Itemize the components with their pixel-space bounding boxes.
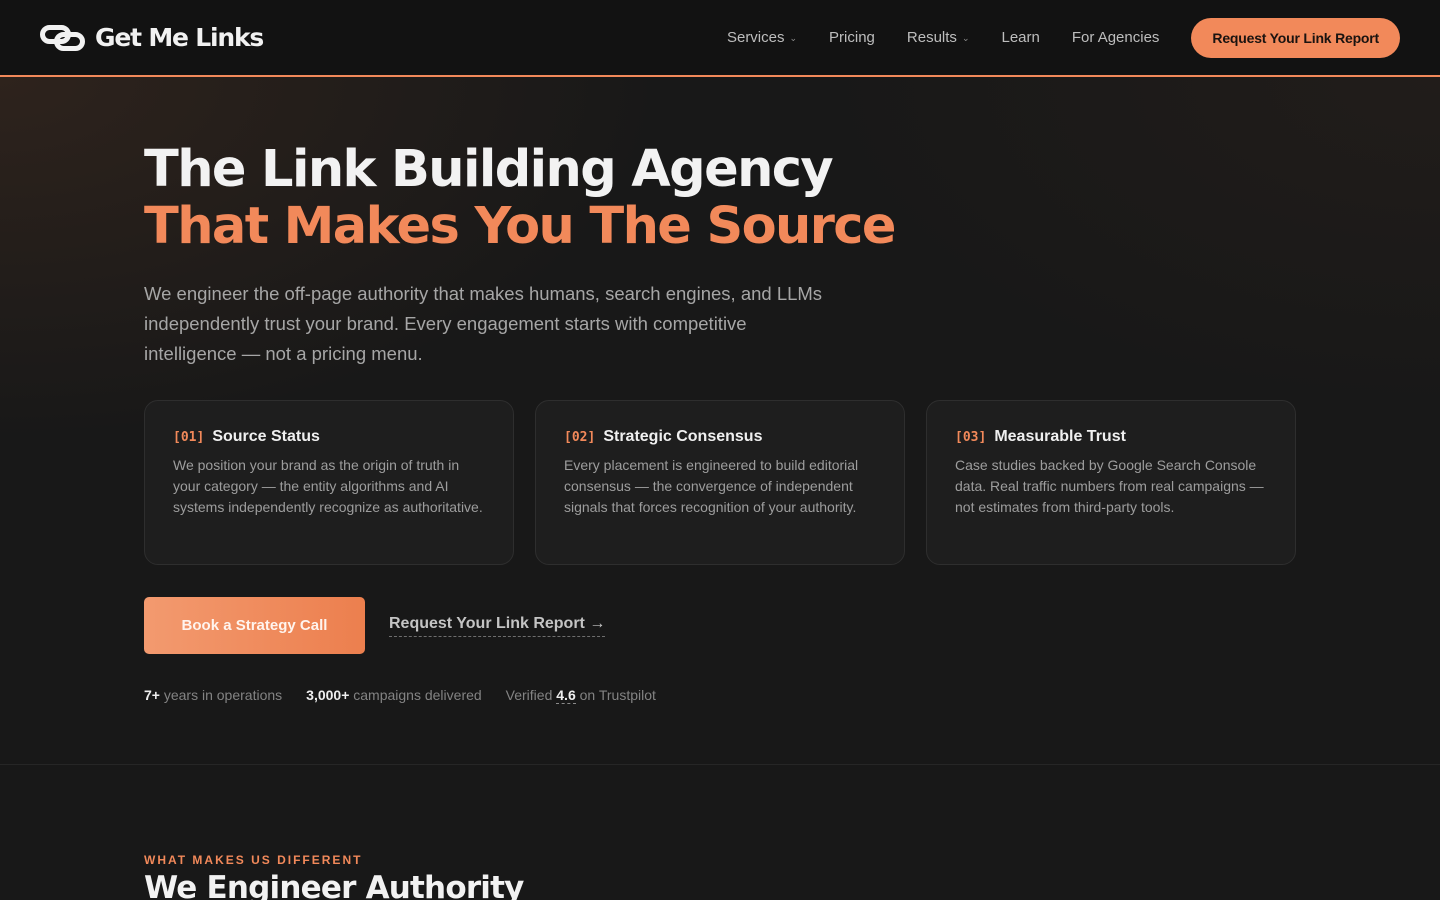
card-text: We position your brand as the origin of … xyxy=(173,457,483,515)
book-strategy-call-button[interactable]: Book a Strategy Call xyxy=(144,597,365,654)
nav-item-label: Services xyxy=(726,29,785,46)
feature-card-strategic-consensus: [02] Strategic Consensus Every placement… xyxy=(535,400,905,565)
card-number: [03] xyxy=(955,430,987,445)
card-text: Every placement is engineered to build e… xyxy=(564,457,859,515)
request-link-report-link[interactable]: Request Your Link Report → xyxy=(389,615,606,637)
chevron-down-icon: ⌄ xyxy=(961,32,970,43)
stat-rating-suffix: on Trustpilot xyxy=(579,687,656,703)
card-title: Measurable Trust xyxy=(994,428,1126,445)
nav-item-label: Learn xyxy=(1001,29,1040,46)
hero-stats: 7+ years in operations 3,000+ campaigns … xyxy=(144,687,656,704)
stat-trustpilot: Verified 4.6 on Trustpilot xyxy=(505,687,656,704)
nav-item-services[interactable]: Services ⌄ xyxy=(727,29,797,46)
nav-item-label: Pricing xyxy=(829,29,875,46)
chevron-down-icon: ⌄ xyxy=(789,32,798,43)
card-text: Case studies backed by Google Search Con… xyxy=(955,457,1264,515)
card-title: Source Status xyxy=(212,428,320,445)
differentiators-section: WHAT MAKES US DIFFERENT We Engineer Auth… xyxy=(0,766,1440,900)
card-number: [01] xyxy=(173,430,205,445)
chain-link-icon xyxy=(40,24,85,52)
hero-title-line1: The Link Building Agency xyxy=(144,140,834,199)
hero-cta-row: Book a Strategy Call Request Your Link R… xyxy=(144,597,606,654)
stat-rating-prefix: Verified xyxy=(505,687,553,703)
request-link-report-button[interactable]: Request Your Link Report xyxy=(1191,17,1400,58)
trustpilot-rating-link[interactable]: 4.6 xyxy=(556,687,576,704)
stat-years: 7+ years in operations xyxy=(144,687,282,703)
brand-name: Get Me Links xyxy=(95,23,264,52)
card-number: [02] xyxy=(564,430,596,445)
nav-item-label: For Agencies xyxy=(1071,29,1160,46)
nav-item-for-agencies[interactable]: For Agencies xyxy=(1072,29,1160,46)
brand-logo[interactable]: Get Me Links xyxy=(40,23,264,52)
stat-campaigns-value: 3,000+ xyxy=(306,687,350,703)
stat-years-value: 7+ xyxy=(144,687,160,703)
feature-card-measurable-trust: [03] Measurable Trust Case studies backe… xyxy=(926,400,1296,565)
hero-title-line2: That Makes You The Source xyxy=(144,197,897,256)
nav-item-results[interactable]: Results ⌄ xyxy=(907,29,970,46)
nav-item-label: Results xyxy=(906,29,957,46)
hero-section: The Link Building Agency That Makes You … xyxy=(0,77,1440,765)
feature-cards: [01] Source Status We position your bran… xyxy=(144,400,1296,565)
nav-item-pricing[interactable]: Pricing xyxy=(829,29,875,46)
card-title: Strategic Consensus xyxy=(603,428,763,445)
stat-campaigns-label: campaigns delivered xyxy=(353,687,482,703)
hero-lead: We engineer the off-page authority that … xyxy=(144,283,823,364)
main-nav: Services ⌄ Pricing Results ⌄ Learn For A… xyxy=(727,17,1400,58)
stat-years-label: years in operations xyxy=(163,687,283,703)
stat-campaigns: 3,000+ campaigns delivered xyxy=(306,687,482,703)
nav-item-learn[interactable]: Learn xyxy=(1001,29,1039,46)
site-header: Get Me Links Services ⌄ Pricing Results … xyxy=(0,0,1440,77)
feature-card-source-status: [01] Source Status We position your bran… xyxy=(144,400,514,565)
section-eyebrow: WHAT MAKES US DIFFERENT xyxy=(144,853,363,867)
section-title: We Engineer Authority xyxy=(144,870,524,900)
